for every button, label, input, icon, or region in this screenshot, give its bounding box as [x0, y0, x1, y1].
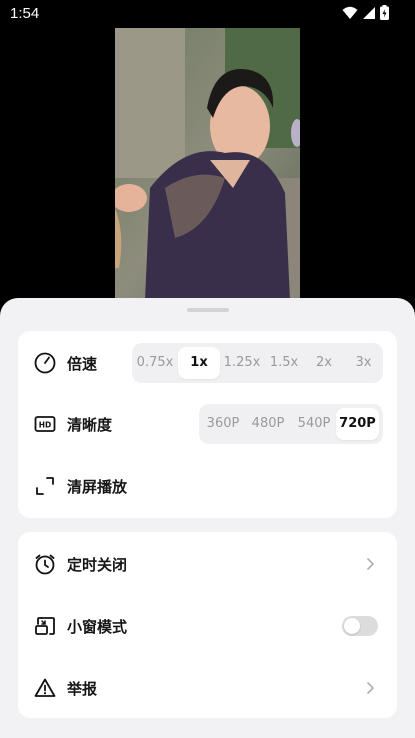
more-actions-card: 定时关闭 小窗模式 举报: [18, 532, 397, 718]
timer-row[interactable]: 定时关闭: [18, 544, 397, 584]
wifi-icon: [342, 6, 358, 19]
chevron-right-icon: [367, 682, 374, 694]
clear-screen-row[interactable]: 清屏播放: [18, 466, 397, 506]
quality-option-480p[interactable]: 480P: [247, 408, 289, 440]
mini-window-toggle[interactable]: [342, 616, 378, 636]
quality-selector: 360P 480P 540P 720P: [199, 404, 383, 444]
speed-label: 倍速: [67, 355, 98, 373]
speed-selector: 0.75x 1x 1.25x 1.5x 2x 3x: [132, 343, 383, 383]
speed-option-1x[interactable]: 1x: [178, 347, 220, 379]
speed-option-2x[interactable]: 2x: [304, 347, 344, 379]
clear-screen-label: 清屏播放: [67, 478, 128, 496]
mini-window-label: 小窗模式: [67, 618, 128, 636]
speed-option-3x[interactable]: 3x: [344, 347, 383, 379]
fullscreen-icon: [36, 477, 54, 495]
timer-label: 定时关闭: [67, 556, 128, 574]
quality-option-720p[interactable]: 720P: [336, 408, 379, 440]
svg-text:HD: HD: [39, 421, 52, 430]
report-label: 举报: [67, 680, 98, 698]
hd-icon: HD: [34, 416, 56, 432]
playback-settings-card: 倍速 0.75x 1x 1.25x 1.5x 2x 3x HD 清晰度 360P…: [18, 331, 397, 518]
alarm-clock-icon: [35, 554, 55, 575]
speedometer-icon: [34, 352, 56, 374]
drag-handle[interactable]: [187, 308, 229, 312]
signal-icon: [363, 6, 375, 19]
toggle-knob: [344, 618, 360, 634]
speed-row: 倍速 0.75x 1x 1.25x 1.5x 2x 3x: [18, 343, 397, 383]
video-frame[interactable]: [115, 28, 300, 300]
quality-row: HD 清晰度 360P 480P 540P 720P: [18, 404, 397, 444]
chevron-right-icon: [367, 558, 374, 570]
speed-option-0.75x[interactable]: 0.75x: [132, 347, 178, 379]
speed-option-1.25x[interactable]: 1.25x: [220, 347, 264, 379]
status-icons: [342, 5, 389, 20]
speed-option-1.5x[interactable]: 1.5x: [264, 347, 304, 379]
mini-window-row: 小窗模式: [18, 606, 397, 646]
picture-in-picture-icon: [35, 617, 55, 635]
warning-icon: [34, 678, 56, 697]
video-thumbnail: [115, 28, 300, 300]
more-options-sheet: 倍速 0.75x 1x 1.25x 1.5x 2x 3x HD 清晰度 360P…: [0, 298, 415, 738]
battery-icon: [380, 5, 389, 20]
quality-option-360p[interactable]: 360P: [203, 408, 243, 440]
quality-label: 清晰度: [67, 416, 113, 434]
status-bar: 1:54: [0, 0, 415, 28]
status-time: 1:54: [10, 5, 40, 22]
report-row[interactable]: 举报: [18, 668, 397, 708]
quality-option-540p[interactable]: 540P: [293, 408, 335, 440]
